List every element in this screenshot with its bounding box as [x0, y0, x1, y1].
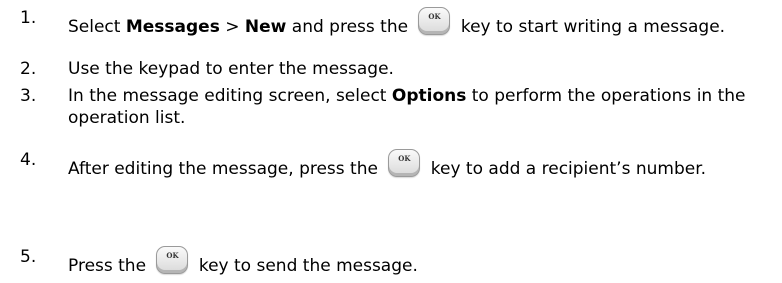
ok-key-label: OK — [398, 154, 411, 163]
step-number: 4. — [20, 150, 37, 170]
menu-item-new: New — [244, 17, 287, 37]
step-text-segment: Press the — [68, 256, 152, 276]
step-text-segment: In the message editing screen, select — [68, 86, 392, 106]
menu-item-messages: Messages — [125, 17, 220, 37]
ok-key-label: OK — [166, 251, 179, 260]
menu-item-options: Options — [391, 86, 467, 106]
step-text: In the message editing screen, select Op… — [68, 85, 773, 129]
step-text: Press the OK key to send the message. — [68, 246, 773, 277]
step-text: After editing the message, press the OK … — [68, 149, 773, 180]
ok-key-icon: OK — [418, 7, 451, 35]
step-text-segment: key to start writing a message. — [455, 17, 726, 37]
step-number: 1. — [20, 8, 37, 28]
step-text: Select Messages > New and press the OK k… — [68, 7, 773, 38]
step-text-segment: After editing the message, press the — [68, 159, 384, 179]
ok-key-label: OK — [428, 12, 441, 21]
step-text-segment: key to send the message. — [193, 256, 418, 276]
step-text-segment: Use the keypad to enter the message. — [68, 59, 394, 79]
step-number: 2. — [20, 59, 37, 79]
step-text-segment: Select — [68, 17, 126, 37]
ok-key-icon: OK — [156, 246, 189, 274]
step-number: 5. — [20, 247, 37, 267]
ok-key-icon: OK — [388, 149, 421, 177]
instruction-list: 1. Select Messages > New and press the O… — [0, 0, 782, 283]
step-text: Use the keypad to enter the message. — [68, 58, 773, 80]
step-number: 3. — [20, 86, 37, 106]
step-text-segment: > — [219, 17, 245, 37]
step-text-segment: key to add a recipient’s number. — [425, 159, 707, 179]
step-text-segment: and press the — [286, 17, 414, 37]
